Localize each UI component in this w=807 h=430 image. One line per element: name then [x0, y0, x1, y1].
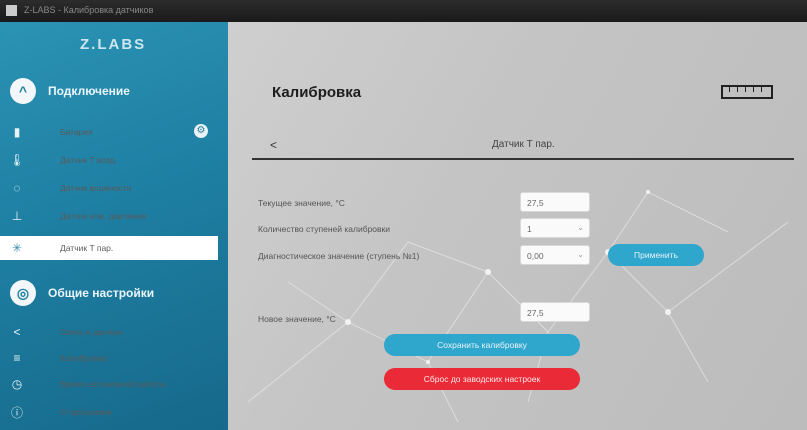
sidebar-item-connection-data[interactable]: < Связь и данные	[0, 320, 218, 344]
new-value-label: Новое значение, °C	[258, 314, 336, 324]
sidebar-item-steam-temp[interactable]: ✳ Датчик T пар.	[0, 236, 218, 260]
factory-reset-button[interactable]: Сброс до заводских настроек	[384, 368, 580, 390]
pressure-icon: ⊥	[11, 209, 23, 223]
settings-icon: ◎	[10, 280, 36, 306]
gear-icon[interactable]: ⚙	[194, 124, 208, 138]
sidebar: Z.LABS ^ Подключение ▮ Батарея ⚙ 🌡 Датчи…	[0, 22, 228, 430]
calibration-icon: ≡	[13, 351, 21, 365]
points-value: 1	[527, 224, 532, 234]
subheader: < Датчик T пар.	[252, 134, 794, 160]
sidebar-item-calibration[interactable]: ≡ Калибровка	[0, 346, 218, 370]
sidebar-item-label: Время автономной работы	[60, 379, 167, 389]
diag-select[interactable]: 0,00 ⌄	[520, 245, 590, 265]
sidebar-item-battery[interactable]: ▮ Батарея ⚙	[0, 120, 218, 144]
section-title: Подключение	[48, 84, 130, 98]
sidebar-item-humidity[interactable]: ◌ Датчик влажности	[0, 176, 218, 200]
sensor-title: Датчик T пар.	[492, 139, 555, 150]
window-title: Z-LABS - Калибровка датчиков	[24, 5, 154, 15]
thermometer-icon: 🌡	[9, 153, 25, 167]
sidebar-item-about[interactable]: ⓘ О программе	[0, 400, 218, 424]
sidebar-section-connection[interactable]: ^ Подключение	[10, 78, 130, 104]
share-icon: <	[13, 325, 21, 339]
current-value-field[interactable]: 27,5	[520, 192, 590, 212]
main-panel: Калибровка < Датчик T пар. Текущее значе…	[228, 22, 807, 430]
diag-value: 0,00	[527, 251, 544, 261]
sidebar-item-label: Связь и данные	[60, 327, 123, 337]
section-title: Общие настройки	[48, 286, 155, 300]
sidebar-item-pressure[interactable]: ⊥ Датчик атм. давления	[0, 204, 218, 228]
points-label: Количество ступеней калибровки	[258, 224, 391, 234]
logo: Z.LABS	[80, 36, 147, 53]
ruler-icon	[721, 85, 773, 99]
sidebar-item-runtime[interactable]: ◷ Время автономной работы	[0, 372, 218, 396]
sidebar-section-settings[interactable]: ◎ Общие настройки	[10, 280, 154, 306]
points-select[interactable]: 1 ⌄	[520, 218, 590, 238]
info-icon: ⓘ	[10, 405, 23, 420]
current-value-label: Текущее значение, °C	[258, 198, 345, 208]
sidebar-item-label: Датчик T возд.	[60, 155, 117, 165]
app-icon	[6, 5, 17, 16]
window-titlebar: Z-LABS - Калибровка датчиков	[0, 0, 807, 22]
new-value-field[interactable]: 27,5	[520, 302, 590, 322]
sidebar-item-label: Датчик влажности	[60, 183, 132, 193]
chevron-up-icon: ^	[10, 78, 36, 104]
page-title: Калибровка	[272, 84, 362, 101]
sidebar-item-label: Батарея	[60, 127, 93, 137]
sidebar-item-air-temp[interactable]: 🌡 Датчик T возд.	[0, 148, 218, 172]
save-calibration-button[interactable]: Сохранить калибровку	[384, 334, 580, 356]
sidebar-item-label: Калибровка	[60, 353, 107, 363]
sidebar-item-label: О программе	[60, 407, 113, 417]
sensor-icon: ✳	[11, 241, 23, 255]
sidebar-item-label: Датчик T пар.	[60, 243, 114, 253]
sidebar-item-label: Датчик атм. давления	[60, 211, 147, 221]
chevron-down-icon: ⌄	[577, 223, 584, 232]
clock-icon: ◷	[11, 377, 23, 391]
battery-icon: ▮	[13, 125, 21, 139]
diag-label: Диагностическое значение (ступень №1)	[258, 251, 420, 261]
humidity-icon: ◌	[13, 181, 21, 195]
back-arrow-icon[interactable]: <	[270, 138, 277, 152]
apply-button[interactable]: Применить	[608, 244, 704, 266]
chevron-down-icon: ⌄	[577, 250, 584, 259]
